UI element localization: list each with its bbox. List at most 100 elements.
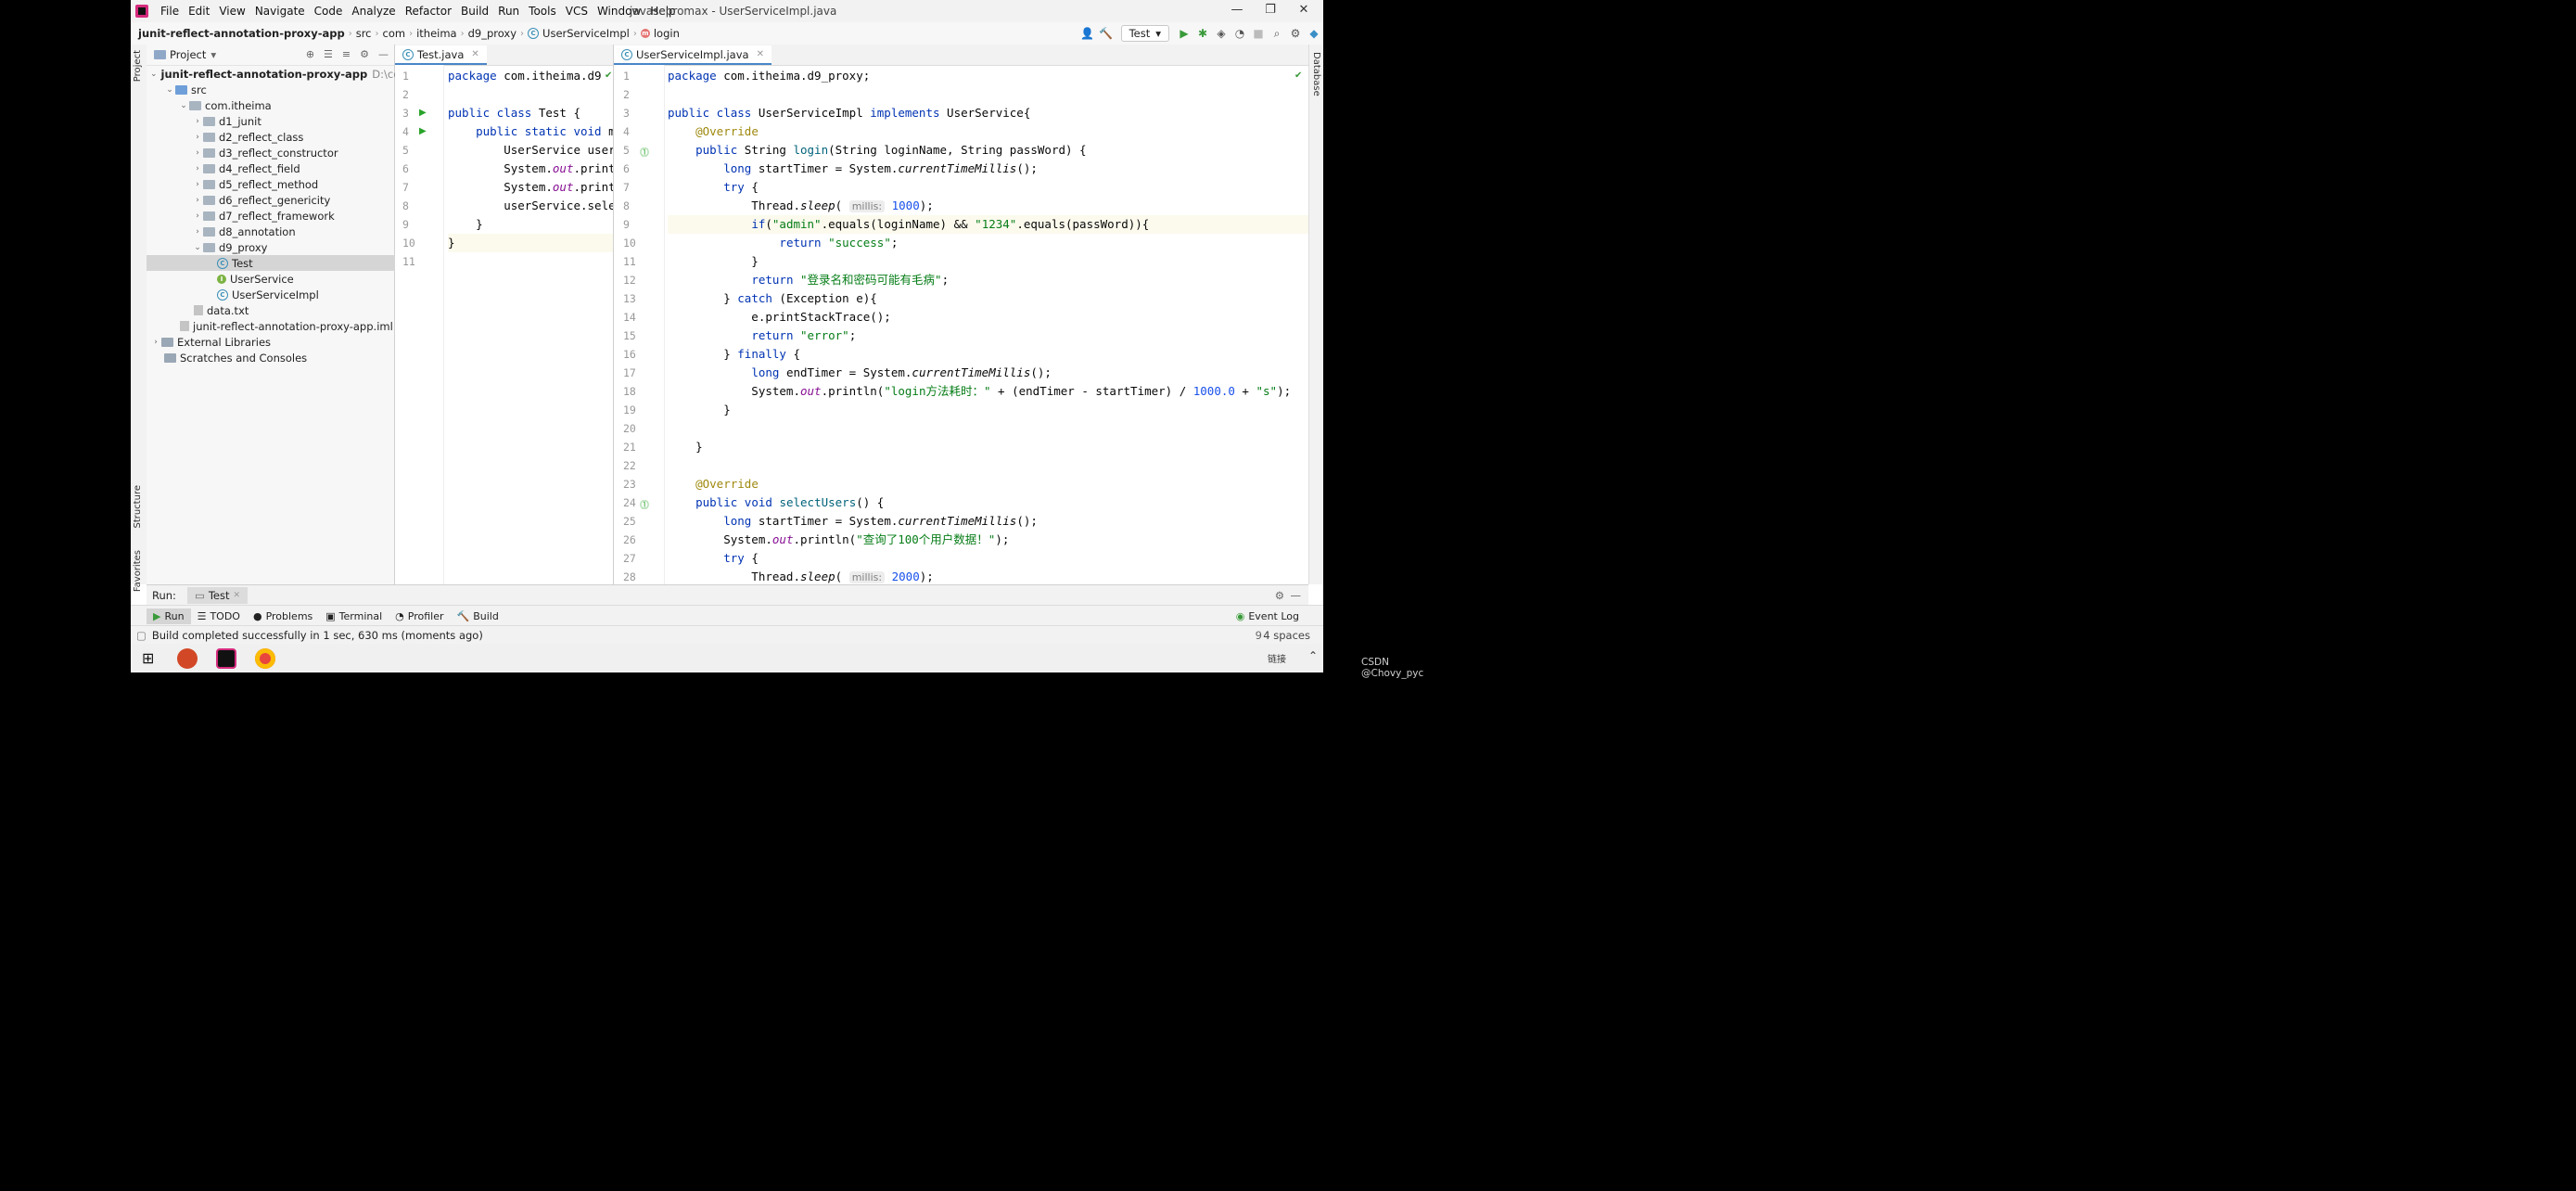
structure-tool-tab[interactable]: Structure bbox=[133, 485, 143, 529]
chrome-icon[interactable] bbox=[255, 648, 275, 669]
tree-external-libraries[interactable]: › External Libraries bbox=[147, 334, 398, 350]
token: login bbox=[793, 143, 829, 157]
build-hammer-icon[interactable]: 🔨 bbox=[1097, 27, 1116, 40]
line-number: 1 bbox=[623, 70, 630, 83]
tool-tab-todo[interactable]: ☰ TODO bbox=[191, 608, 247, 624]
menu-refactor[interactable]: Refactor bbox=[401, 5, 456, 18]
token: "查询了100个用户数据！" bbox=[856, 532, 996, 546]
run-gutter-icon[interactable]: ▶ bbox=[419, 126, 427, 136]
project-panel-title[interactable]: Project bbox=[170, 48, 206, 61]
breadcrumb-com[interactable]: com bbox=[379, 27, 410, 40]
breadcrumb-d9-proxy[interactable]: d9_proxy bbox=[465, 27, 520, 40]
panel-toggle-icon[interactable]: ▢ bbox=[136, 629, 147, 642]
menu-edit[interactable]: Edit bbox=[184, 5, 214, 18]
tree-package[interactable]: ⌄ com.itheima bbox=[147, 97, 426, 113]
profile-icon[interactable]: ◔ bbox=[1231, 27, 1249, 40]
run-icon[interactable]: ▶ bbox=[1175, 27, 1193, 40]
tool-tab-problems[interactable]: ● Problems bbox=[247, 608, 319, 624]
expand-all-icon[interactable]: ☰ bbox=[324, 48, 333, 60]
token: "登录名和密码可能有毛病" bbox=[800, 273, 942, 287]
tool-tab-run[interactable]: ▶ Run bbox=[147, 608, 191, 624]
tool-tab-build[interactable]: 🔨 Build bbox=[451, 608, 505, 624]
editor-tabbar: C UserServiceImpl.java ✕ bbox=[614, 45, 1308, 66]
menu-build[interactable]: Build bbox=[456, 5, 493, 18]
intellij-taskbar-icon[interactable] bbox=[216, 648, 236, 669]
run-tab-test[interactable]: ▭ Test ✕ bbox=[186, 587, 249, 604]
tool-tab-profiler[interactable]: ◔ Profiler bbox=[389, 608, 450, 624]
menu-code[interactable]: Code bbox=[310, 5, 348, 18]
plugin-icon[interactable]: ◆ bbox=[1305, 27, 1323, 40]
token: 1000 bbox=[891, 198, 920, 212]
breadcrumb-itheima[interactable]: itheima bbox=[413, 27, 461, 40]
search-icon[interactable]: ⌕ bbox=[1268, 27, 1286, 41]
tool-tab-label: Problems bbox=[265, 609, 313, 622]
package-icon bbox=[203, 132, 215, 142]
tree-label: d6_reflect_genericity bbox=[219, 193, 331, 207]
implements-method-icon[interactable]: ⓵ bbox=[640, 497, 649, 511]
windows-start-icon[interactable]: ⊞ bbox=[142, 649, 154, 667]
minimize-icon[interactable]: — bbox=[1223, 3, 1251, 17]
debug-icon[interactable]: ✱ bbox=[1193, 27, 1212, 40]
coverage-icon[interactable]: ◈ bbox=[1212, 27, 1231, 40]
tab-userserviceimpl-java[interactable]: C UserServiceImpl.java ✕ bbox=[614, 45, 772, 65]
favorites-tool-tab[interactable]: Favorites bbox=[133, 550, 143, 592]
close-icon[interactable]: ✕ bbox=[1290, 3, 1318, 17]
gear-icon[interactable]: ⚙ bbox=[1275, 589, 1284, 602]
tree-label: com.itheima bbox=[205, 98, 272, 112]
stop-icon[interactable]: ■ bbox=[1249, 27, 1268, 40]
right-tool-strip: Database bbox=[1308, 45, 1323, 584]
token: com.itheima.d9_proxy; bbox=[716, 69, 871, 83]
event-log-button[interactable]: ◉ Event Log bbox=[1236, 610, 1299, 622]
menu-view[interactable]: View bbox=[214, 5, 249, 18]
tool-tab-terminal[interactable]: ▣ Terminal bbox=[319, 608, 389, 624]
close-icon[interactable]: ✕ bbox=[233, 591, 240, 600]
tab-test-java[interactable]: C Test.java ✕ bbox=[395, 45, 487, 65]
gear-icon[interactable]: ⚙ bbox=[360, 48, 369, 60]
hide-icon[interactable]: — bbox=[378, 48, 389, 60]
menu-vcs[interactable]: VCS bbox=[561, 5, 593, 18]
hide-icon[interactable]: — bbox=[1291, 589, 1302, 602]
chevron-down-icon[interactable]: ▾ bbox=[210, 48, 216, 61]
breadcrumb-method[interactable]: m login bbox=[637, 27, 683, 40]
database-tool-tab[interactable]: Database bbox=[1311, 52, 1321, 96]
menu-analyze[interactable]: Analyze bbox=[347, 5, 400, 18]
indent-setting[interactable]: 4 spaces bbox=[1263, 629, 1310, 642]
tray-link-text[interactable]: 链接 bbox=[1268, 651, 1286, 665]
locate-icon[interactable]: ⊕ bbox=[306, 48, 314, 60]
tree-label: src bbox=[191, 83, 207, 96]
editor-userserviceimpl[interactable]: C UserServiceImpl.java ✕ 1 2 3 4 5 6 7 8 9 10 11 12… bbox=[614, 45, 1308, 584]
chevron-up-icon[interactable]: ⌃ bbox=[1308, 649, 1318, 662]
project-tool-tab[interactable]: Project bbox=[133, 50, 143, 82]
powerpoint-icon[interactable] bbox=[177, 648, 198, 669]
chevron-down-icon: ⌄ bbox=[194, 242, 201, 252]
run-icon: ▶ bbox=[153, 609, 161, 622]
implements-method-icon[interactable]: ⓵ bbox=[640, 145, 649, 159]
tree-file-iml[interactable]: junit-reflect-annotation-proxy-app.iml bbox=[147, 318, 427, 334]
tree-src[interactable]: ⌄ src bbox=[147, 82, 412, 97]
gear-icon[interactable]: ⚙ bbox=[1286, 27, 1305, 40]
collapse-all-icon[interactable]: ≡ bbox=[342, 48, 351, 60]
breadcrumb-src[interactable]: src bbox=[352, 27, 376, 40]
editor-test[interactable]: C Test.java ✕ 1 package com.itheima.d9 2 3 p… bbox=[395, 45, 614, 584]
windows-taskbar: ⊞ 链接 ⌃ bbox=[131, 644, 1323, 672]
code-line-23: @Override bbox=[695, 477, 759, 491]
run-config-select[interactable]: Test ▾ bbox=[1120, 25, 1169, 42]
tree-scratches[interactable]: Scratches and Consoles bbox=[147, 350, 412, 365]
breadcrumb-class[interactable]: C UserServiceImpl bbox=[524, 27, 633, 40]
caret-position[interactable]: 9 bbox=[1256, 629, 1262, 642]
status-message[interactable]: Build completed successfully in 1 sec, 6… bbox=[152, 629, 483, 642]
menu-navigate[interactable]: Navigate bbox=[250, 5, 310, 18]
problems-icon: ● bbox=[252, 609, 262, 622]
maximize-icon[interactable]: ❐ bbox=[1256, 3, 1284, 17]
run-config-icon: ▭ bbox=[194, 589, 205, 602]
breadcrumb-project[interactable]: junit-reflect-annotation-proxy-app bbox=[131, 27, 349, 40]
close-icon[interactable]: ✕ bbox=[471, 49, 478, 59]
menu-run[interactable]: Run bbox=[493, 5, 524, 18]
run-gutter-icon[interactable]: ▶ bbox=[419, 108, 427, 118]
menu-file[interactable]: File bbox=[156, 5, 184, 18]
close-icon[interactable]: ✕ bbox=[757, 49, 764, 59]
token: "success" bbox=[828, 236, 891, 250]
user-icon[interactable]: 👤 bbox=[1078, 27, 1097, 40]
tree-root[interactable]: ⌄ junit-reflect-annotation-proxy-app D:\… bbox=[147, 66, 420, 82]
menu-tools[interactable]: Tools bbox=[524, 5, 561, 18]
